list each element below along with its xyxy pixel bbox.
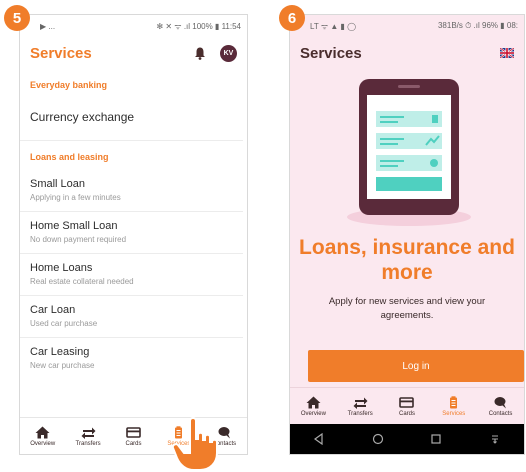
android-nav-bar (290, 424, 524, 454)
list-item-title: Home Loans (30, 262, 93, 274)
phone-screen-services-promo: LT ᯤ ▲ ▮ ◯ 381B/s ⏱ .ıl 96% ▮ 08: Servic… (289, 14, 525, 455)
status-right: 381B/s ⏱ .ıl 96% ▮ 08: (437, 21, 518, 30)
home-icon (306, 396, 321, 408)
list-item-subtitle: Applying in a few minutes (30, 193, 121, 202)
section-header-loans-leasing: Loans and leasing (30, 152, 109, 162)
status-right: ✻ ✕ ᯤ .ıl 100% ▮ 11:54 (156, 21, 241, 31)
tap-hand-icon (171, 417, 218, 471)
tablet-document-illustration (347, 79, 471, 226)
nav-label: Contacts (488, 410, 513, 417)
list-item-subtitle: Used car purchase (30, 319, 98, 328)
list-item-title: Small Loan (30, 178, 86, 190)
bottom-nav: Overview Transfers Cards Services Contac… (290, 387, 524, 424)
nav-overview[interactable]: Overview (290, 388, 337, 424)
uk-flag-icon[interactable] (500, 48, 514, 58)
promo-title: Loans, insurance and more (299, 236, 515, 284)
nav-label: Overview (30, 440, 56, 447)
list-item-currency-exchange[interactable]: Currency exchange (20, 98, 243, 141)
nav-label: Services (442, 410, 466, 417)
nav-cards[interactable]: Cards (384, 388, 431, 424)
transfer-icon (353, 397, 368, 409)
list-item-title: Home Small Loan (30, 220, 118, 232)
list-item-car-loan[interactable]: Car Loan Used car purchase (20, 296, 243, 338)
list-item-subtitle: New car purchase (30, 361, 95, 370)
chat-icon (494, 396, 507, 408)
page-title: Services (30, 44, 92, 62)
home-icon (35, 426, 50, 438)
promo-text: Apply for new services and view your agr… (328, 296, 486, 321)
list-item-car-leasing[interactable]: Car Leasing New car purchase (20, 338, 243, 379)
back-icon[interactable] (313, 433, 325, 445)
nav-transfers[interactable]: Transfers (337, 388, 384, 424)
home-circle-icon[interactable] (372, 433, 384, 445)
login-button[interactable]: Log in (308, 350, 524, 382)
nav-label: Cards (398, 410, 415, 417)
nav-label: Transfers (347, 410, 373, 417)
section-header-everyday-banking: Everyday banking (30, 80, 108, 90)
status-bar: LT ᯤ ▲ ▮ ◯ 381B/s ⏱ .ıl 96% ▮ 08: (290, 15, 524, 37)
status-left: LT ᯤ ▲ ▮ ◯ (310, 21, 357, 31)
list-item-small-loan[interactable]: Small Loan Applying in a few minutes (20, 170, 243, 212)
step-badge-5: 5 (4, 5, 30, 31)
avatar[interactable]: KV (220, 44, 237, 62)
nav-services[interactable]: Services (430, 388, 477, 424)
list-item-title: Car Leasing (30, 346, 90, 358)
app-bar: Services KV (20, 37, 247, 69)
list-item-title: Currency exchange (30, 110, 135, 124)
card-icon (399, 396, 415, 408)
status-bar: ▶ ... ✻ ✕ ᯤ .ıl 100% ▮ 11:54 (20, 15, 247, 37)
menu-icon[interactable] (489, 433, 501, 445)
nav-label: Transfers (75, 440, 101, 447)
nav-transfers[interactable]: Transfers (65, 418, 110, 454)
card-icon (126, 426, 141, 438)
list-item-subtitle: No down payment required (30, 235, 127, 244)
nav-overview[interactable]: Overview (20, 418, 65, 454)
app-bar: Services (290, 37, 524, 69)
nav-label: Cards (125, 440, 142, 447)
list-item-subtitle: Real estate collateral needed (30, 277, 134, 286)
list-item-home-small-loan[interactable]: Home Small Loan No down payment required (20, 212, 243, 254)
step-badge-6: 6 (279, 5, 305, 31)
nav-cards[interactable]: Cards (111, 418, 156, 454)
list-item-title: Car Loan (30, 304, 76, 316)
page-title: Services (300, 44, 362, 62)
nav-contacts[interactable]: Contacts (477, 388, 524, 424)
recents-icon[interactable] (430, 433, 442, 445)
phone-screen-services-list: ▶ ... ✻ ✕ ᯤ .ıl 100% ▮ 11:54 Services KV… (19, 14, 248, 455)
bell-icon[interactable] (194, 47, 206, 60)
status-left: ▶ ... (40, 21, 56, 31)
transfer-icon (81, 427, 96, 439)
list-item-home-loans[interactable]: Home Loans Real estate collateral needed (20, 254, 243, 296)
nav-label: Overview (300, 410, 326, 417)
services-icon (450, 395, 458, 408)
